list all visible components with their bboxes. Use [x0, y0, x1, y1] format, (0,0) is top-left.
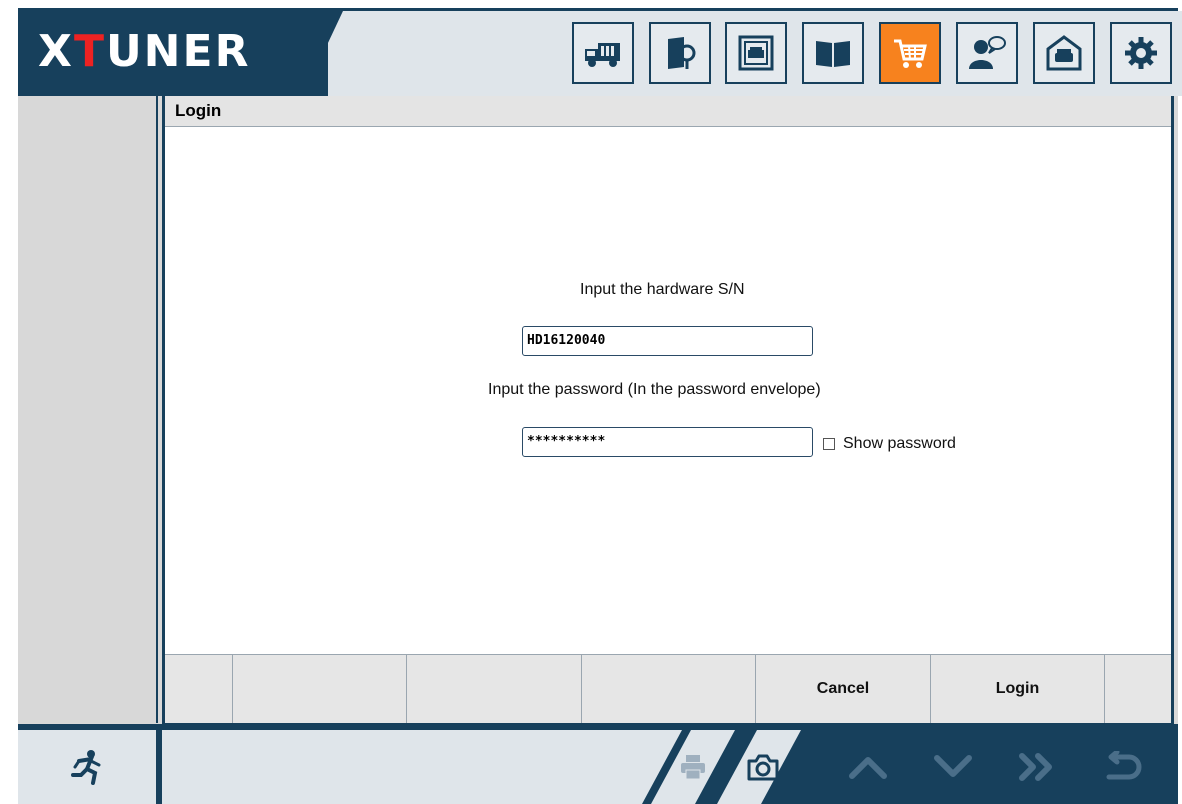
panel-header: Login — [165, 96, 1171, 127]
serial-number-field[interactable]: HD16120040 — [522, 326, 813, 356]
exit-button[interactable] — [18, 730, 156, 804]
nav-garage-button[interactable] — [1033, 22, 1095, 84]
chevron-down-icon — [934, 755, 972, 777]
password-field[interactable]: ********** — [522, 427, 813, 457]
chevron-up-icon — [849, 757, 887, 779]
login-button[interactable]: Login — [931, 655, 1105, 723]
top-bar: XTUNER — [18, 8, 1182, 96]
nav-cart-button[interactable] — [879, 22, 941, 84]
print-button[interactable] — [668, 730, 718, 804]
bottom-bar — [18, 724, 1178, 804]
empty-button-slot — [233, 655, 407, 723]
nav-user-chat-button[interactable] — [956, 22, 1018, 84]
show-password-checkbox[interactable] — [823, 438, 835, 450]
return-icon — [1106, 751, 1142, 780]
scroll-up-button[interactable] — [838, 730, 898, 804]
search-book-icon — [668, 37, 696, 69]
gear-icon — [1125, 37, 1157, 69]
sn-label: Input the hardware S/N — [580, 281, 745, 298]
empty-button-slot — [407, 655, 582, 723]
show-password-label: Show password — [843, 435, 956, 452]
screenshot-button[interactable] — [738, 730, 788, 804]
logo-uner: UNER — [105, 26, 251, 77]
page-title: Login — [175, 101, 222, 120]
next-page-button[interactable] — [1008, 730, 1068, 804]
status-area — [162, 730, 682, 804]
running-man-icon — [71, 750, 101, 785]
logo-area: XTUNER — [18, 8, 328, 96]
login-panel: Login Input the hardware S/N HD16120040 … — [162, 96, 1174, 725]
nav-vehicle-screen-button[interactable] — [725, 22, 787, 84]
cart-icon — [894, 39, 927, 68]
password-label: Input the password (In the password enve… — [488, 381, 821, 398]
empty-button-slot — [165, 655, 233, 723]
logo-t: T — [73, 26, 106, 77]
button-bar: Cancel Login — [165, 654, 1171, 723]
nav-manual-button[interactable] — [802, 22, 864, 84]
camera-icon — [747, 754, 779, 781]
scroll-down-button[interactable] — [923, 730, 983, 804]
nav-settings-button[interactable] — [1110, 22, 1172, 84]
cancel-button[interactable]: Cancel — [756, 655, 931, 723]
user-chat-icon — [969, 36, 1006, 69]
nav-truck-button[interactable] — [572, 22, 634, 84]
manual-book-icon — [816, 41, 850, 67]
truck-icon — [585, 43, 620, 67]
garage-icon — [1046, 35, 1082, 71]
printer-icon — [681, 755, 705, 780]
logo: XTUNER — [38, 26, 250, 78]
double-chevron-right-icon — [1019, 753, 1052, 781]
left-sidebar — [18, 96, 158, 723]
empty-button-slot — [582, 655, 756, 723]
show-password-toggle[interactable]: Show password — [823, 435, 956, 453]
nav-search-book-button[interactable] — [649, 22, 711, 84]
back-button[interactable] — [1093, 730, 1153, 804]
vehicle-screen-icon — [738, 35, 774, 71]
empty-button-slot — [1105, 655, 1171, 723]
logo-x: X — [38, 26, 74, 77]
app-frame: XTUNER Login Input the hardware S/N HD16… — [18, 8, 1182, 804]
